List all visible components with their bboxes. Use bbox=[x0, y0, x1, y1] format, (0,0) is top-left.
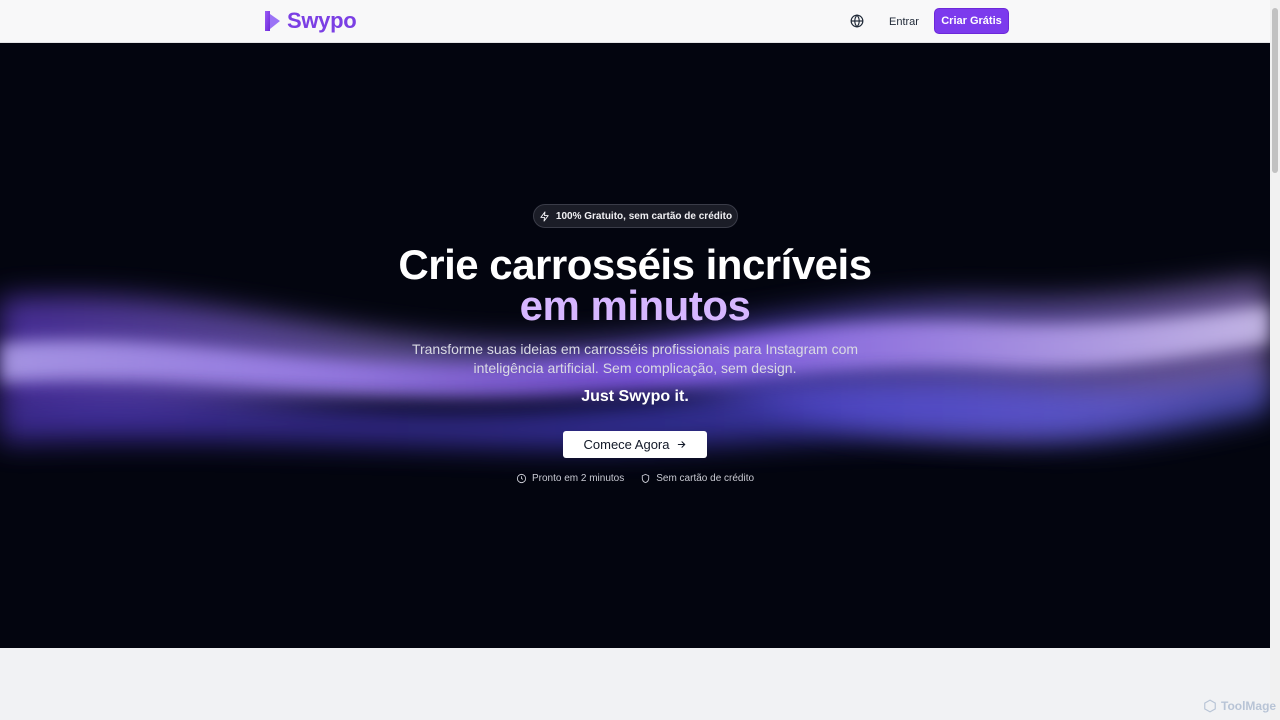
subtitle-line-2: inteligência artificial. Sem complicação… bbox=[473, 360, 797, 376]
page-scrollbar[interactable] bbox=[1270, 0, 1280, 720]
cta-label: Comece Agora bbox=[583, 437, 670, 452]
hero-subtitle: Transforme suas ideias em carrosséis pro… bbox=[405, 340, 865, 378]
feature-ready-fast: Pronto em 2 minutos bbox=[516, 473, 624, 484]
watermark: ToolMage bbox=[1203, 699, 1276, 713]
swypo-logo-icon bbox=[265, 11, 280, 31]
brand-logo[interactable]: Swypo bbox=[263, 8, 357, 34]
shield-icon bbox=[642, 473, 650, 484]
login-button[interactable]: Entrar bbox=[880, 9, 928, 35]
feature-list: Pronto em 2 minutos Sem cartão de crédit… bbox=[0, 473, 1270, 484]
globe-icon[interactable] bbox=[850, 14, 864, 28]
feature-text: Sem cartão de crédito bbox=[656, 473, 755, 484]
hero-content: 100% Gratuito, sem cartão de crédito Cri… bbox=[0, 43, 1270, 648]
badge-text: 100% Gratuito, sem cartão de crédito bbox=[555, 210, 733, 222]
signup-button[interactable]: Criar Grátis bbox=[934, 8, 1009, 34]
brand-name: Swypo bbox=[287, 8, 357, 33]
hero-section: 100% Gratuito, sem cartão de crédito Cri… bbox=[0, 43, 1270, 648]
watermark-logo-icon bbox=[1204, 699, 1216, 713]
top-navbar: Swypo Entrar Criar Grátis bbox=[0, 0, 1270, 43]
watermark-text: ToolMage bbox=[1221, 699, 1277, 713]
feature-text: Pronto em 2 minutos bbox=[531, 473, 625, 484]
free-badge: 100% Gratuito, sem cartão de crédito bbox=[533, 204, 738, 228]
scrollbar-thumb[interactable] bbox=[1272, 8, 1278, 173]
lightning-icon bbox=[540, 210, 549, 222]
hero-title-highlight: em minutos bbox=[519, 282, 751, 329]
hero-tagline: Just Swypo it. bbox=[581, 388, 689, 405]
arrow-right-icon bbox=[677, 441, 685, 448]
feature-no-card: Sem cartão de crédito bbox=[640, 473, 754, 484]
subtitle-line-1: Transforme suas ideias em carrosséis pro… bbox=[411, 341, 859, 357]
clock-icon bbox=[516, 473, 527, 484]
get-started-button[interactable]: Comece Agora bbox=[563, 431, 707, 458]
